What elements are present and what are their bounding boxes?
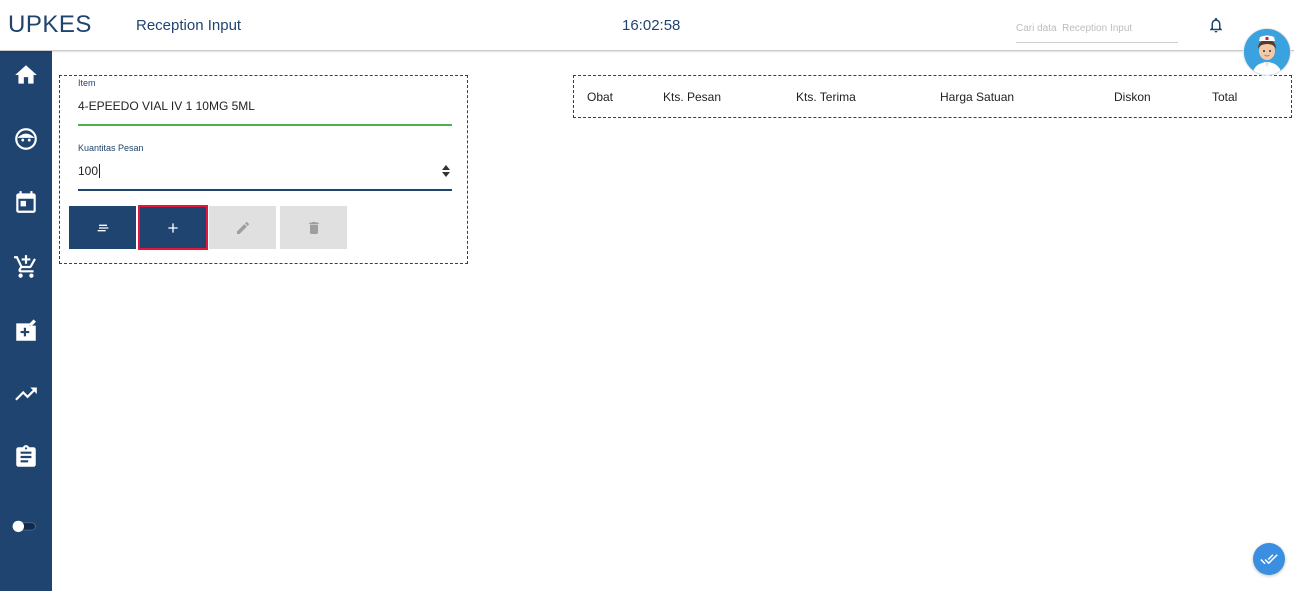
top-bar: UPKES Reception Input 16:02:58 — [0, 0, 1294, 51]
item-label: Item — [78, 78, 96, 88]
table-header-obat[interactable]: Obat — [587, 90, 613, 104]
table-header-harga-satuan[interactable]: Harga Satuan — [940, 90, 1014, 104]
clipboard-icon[interactable] — [13, 444, 39, 470]
table-header-kts-pesan[interactable]: Kts. Pesan — [663, 90, 721, 104]
list-button[interactable] — [69, 206, 136, 249]
submit-fab-button[interactable] — [1253, 543, 1285, 575]
calendar-icon[interactable] — [13, 189, 39, 215]
item-underline — [78, 124, 452, 126]
edit-button[interactable] — [209, 206, 276, 249]
delete-icon — [308, 221, 319, 234]
toggle-icon[interactable] — [11, 513, 43, 539]
add-to-cart-icon[interactable] — [13, 254, 39, 280]
page-title: Reception Input — [136, 17, 242, 34]
delete-button[interactable] — [280, 206, 347, 249]
table-header-total[interactable]: Total — [1212, 90, 1237, 104]
medical-box-icon[interactable] — [13, 318, 39, 344]
edit-icon — [236, 221, 249, 234]
table-header-kts-terima[interactable]: Kts. Terima — [796, 90, 856, 104]
list-icon — [97, 224, 108, 231]
quantity-field[interactable]: 100 — [78, 164, 101, 178]
order-table: Obat Kts. Pesan Kts. Terima Harga Satuan… — [573, 75, 1292, 118]
clock: 16:02:58 — [622, 17, 681, 34]
home-icon[interactable] — [13, 62, 39, 88]
quantity-label: Kuantitas Pesan — [78, 143, 144, 153]
face-icon[interactable] — [13, 126, 39, 152]
sidebar — [0, 51, 52, 591]
user-avatar[interactable] — [1243, 28, 1291, 76]
add-icon — [168, 222, 178, 233]
notification-bell-icon[interactable] — [1207, 15, 1225, 35]
quantity-underline — [78, 189, 452, 191]
app-brand[interactable]: UPKES — [8, 11, 92, 39]
quantity-stepper[interactable] — [441, 164, 451, 178]
item-field[interactable]: 4-EPEEDO VIAL IV 1 10MG 5ML — [78, 99, 255, 113]
double-check-icon — [1260, 554, 1278, 565]
table-header-diskon[interactable]: Diskon — [1114, 90, 1151, 104]
trending-up-icon[interactable] — [13, 381, 39, 407]
add-button[interactable] — [138, 205, 208, 250]
search-input[interactable] — [1016, 14, 1178, 43]
